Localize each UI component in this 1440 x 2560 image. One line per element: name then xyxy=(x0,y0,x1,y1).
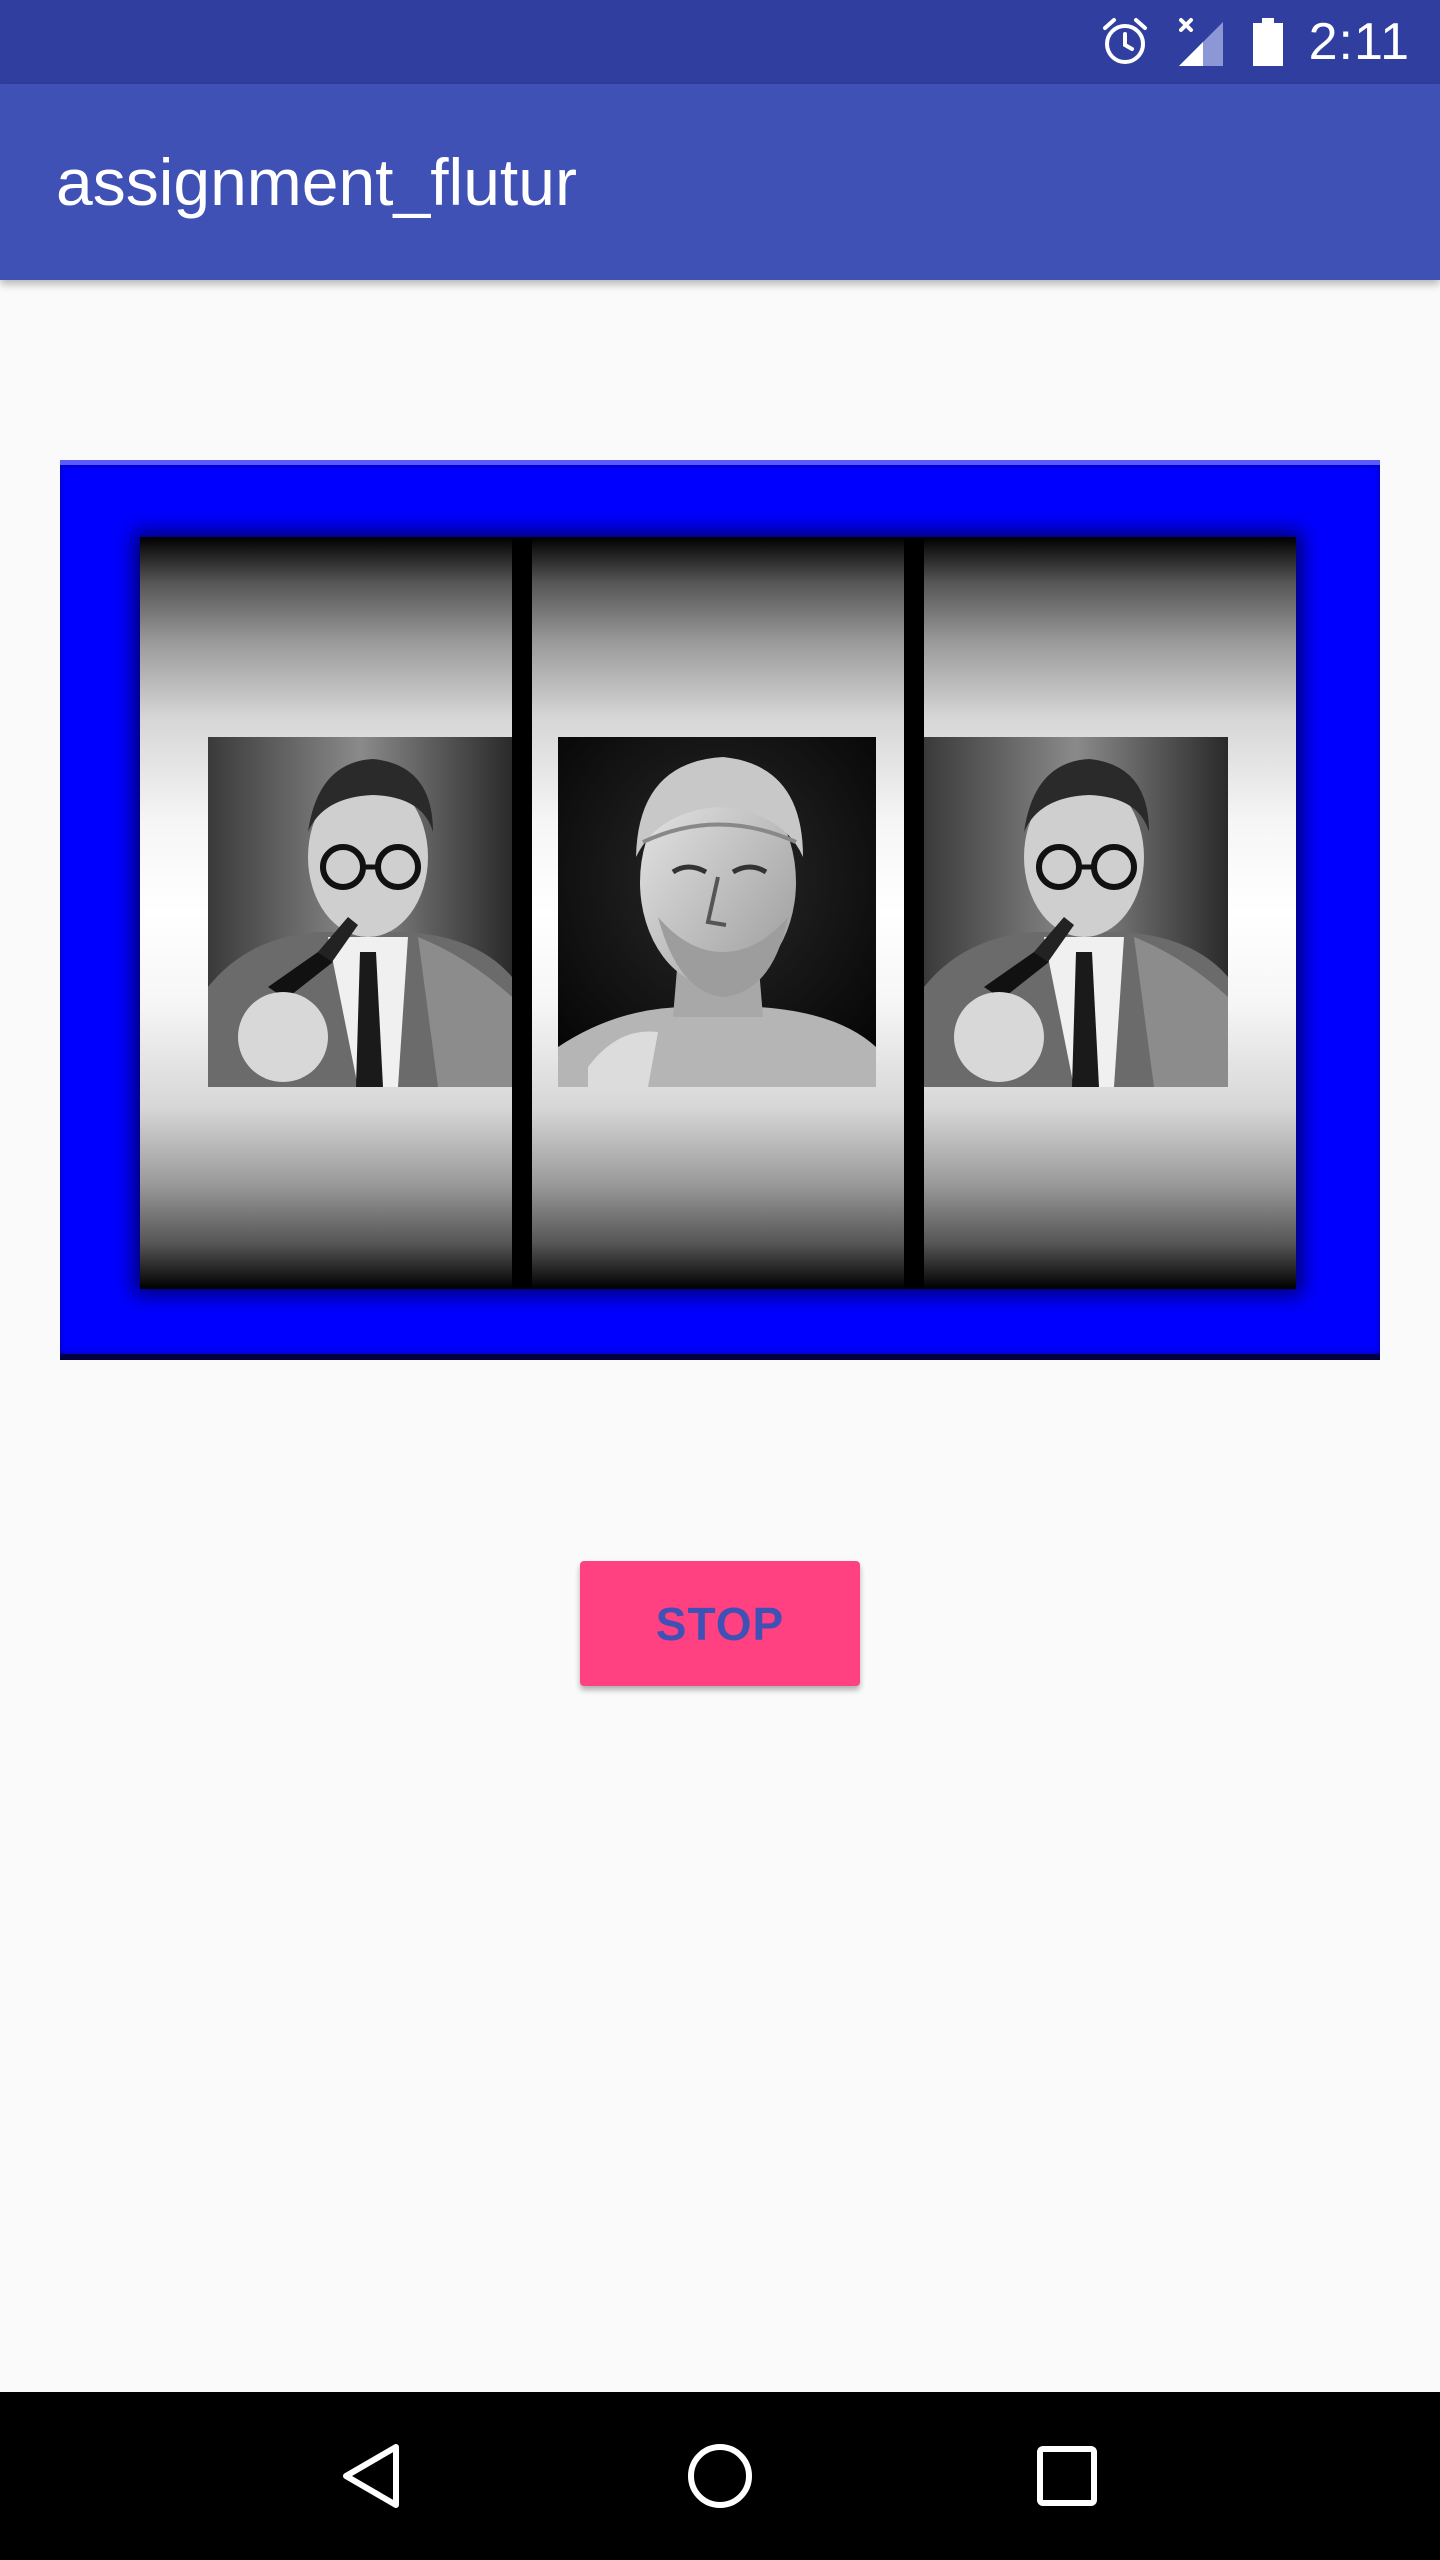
battery-icon xyxy=(1251,16,1285,68)
alarm-icon xyxy=(1099,16,1151,68)
stop-button[interactable]: STOP xyxy=(580,1561,860,1686)
app-bar: assignment_flutur xyxy=(0,84,1440,280)
back-icon[interactable] xyxy=(313,2416,433,2536)
status-bar: 2:11 xyxy=(0,0,1440,84)
status-time: 2:11 xyxy=(1308,13,1410,71)
reel-2 xyxy=(532,537,904,1289)
recents-icon[interactable] xyxy=(1007,2416,1127,2536)
signal-no-data-icon xyxy=(1175,16,1227,68)
bust-sculpture-portrait xyxy=(558,737,876,1087)
reel-1 xyxy=(140,537,512,1289)
navigation-bar xyxy=(0,2392,1440,2560)
slot-machine-window xyxy=(140,537,1296,1289)
man-with-pipe-portrait xyxy=(924,737,1228,1087)
home-icon[interactable] xyxy=(660,2416,780,2536)
man-with-pipe-portrait xyxy=(208,737,512,1087)
reel-3 xyxy=(924,537,1296,1289)
app-title: assignment_flutur xyxy=(56,145,577,219)
slot-machine-frame xyxy=(60,460,1380,1360)
reel-divider xyxy=(512,537,532,1289)
reel-divider xyxy=(904,537,924,1289)
